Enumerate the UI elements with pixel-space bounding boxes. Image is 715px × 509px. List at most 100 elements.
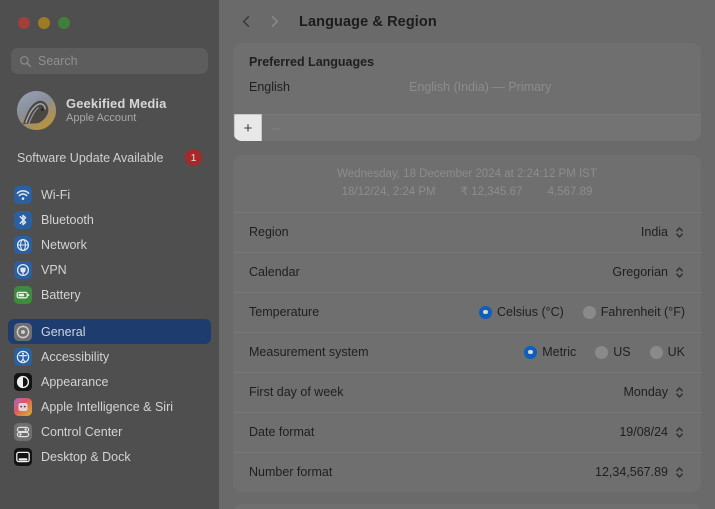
sidebar-item-vpn[interactable]: VPN	[8, 257, 211, 282]
account-name: Geekified Media	[66, 95, 167, 111]
radio-icon[interactable]	[595, 345, 609, 359]
format-preview: Wednesday, 18 December 2024 at 2:24:12 P…	[233, 155, 701, 212]
minimize-button[interactable]	[38, 17, 50, 29]
preview-date: 18/12/24, 2:24 PM	[341, 185, 436, 198]
sidebar-item-general[interactable]: General	[8, 319, 211, 344]
chevron-updown-icon[interactable]	[674, 264, 685, 281]
sidebar-item-label: Desktop & Dock	[41, 449, 131, 464]
bluetooth-icon	[14, 210, 32, 229]
preferred-languages-card: Preferred Languages English English (Ind…	[233, 43, 701, 141]
language-add-remove-bar: + –	[233, 114, 701, 141]
language-list-row[interactable]: English English (India) — Primary	[233, 69, 701, 114]
search-field[interactable]	[11, 48, 208, 74]
sidebar-item-label: General	[41, 324, 86, 339]
preview-line-2: 18/12/24, 2:24 PM ₹ 12,345.67 4,567.89	[233, 184, 701, 202]
sidebar-item-label: Battery	[41, 287, 81, 302]
software-update-row[interactable]: Software Update Available 1	[11, 145, 208, 170]
temperature-option-celsius[interactable]: Celsius (°C)	[478, 305, 564, 320]
software-update-label: Software Update Available	[17, 150, 164, 165]
chevron-right-icon[interactable]	[261, 9, 287, 35]
control-center-icon	[14, 422, 32, 441]
preferred-languages-title: Preferred Languages	[249, 55, 375, 69]
content-toolbar: Language & Region	[219, 0, 715, 43]
remove-language-button[interactable]: –	[262, 115, 290, 141]
row-region[interactable]: Region India	[233, 211, 701, 252]
row-label: Calendar	[249, 265, 300, 280]
accessibility-icon	[14, 347, 32, 366]
window-traffic-lights	[0, 0, 219, 40]
search-icon	[19, 55, 32, 68]
preview-currency: ₹ 12,345.67	[460, 185, 523, 198]
radio-label: Celsius (°C)	[496, 305, 564, 320]
appearance-icon	[14, 372, 32, 391]
radio-label: Metric	[542, 345, 577, 360]
sidebar-item-apple-intelligence-siri[interactable]: Apple Intelligence & Siri	[8, 394, 211, 419]
sidebar-item-control-center[interactable]: Control Center	[8, 419, 211, 444]
row-label: First day of week	[249, 385, 344, 400]
measurement-option-us[interactable]: US	[595, 345, 631, 360]
radio-icon[interactable]	[524, 345, 538, 359]
chevron-updown-icon[interactable]	[674, 384, 685, 401]
apple-intelligence-icon	[14, 397, 32, 416]
row-number-format[interactable]: Number format 12,34,567.89	[233, 451, 701, 492]
radio-icon[interactable]	[582, 305, 596, 319]
sidebar-item-label: Control Center	[41, 424, 123, 439]
measurement-option-uk[interactable]: UK	[649, 345, 685, 360]
sidebar: Geekified Media Apple Account Software U…	[0, 0, 219, 509]
calendar-value: Gregorian	[612, 265, 668, 280]
radio-icon[interactable]	[649, 345, 663, 359]
chevron-updown-icon[interactable]	[674, 224, 685, 241]
region-settings-card: Wednesday, 18 December 2024 at 2:24:12 P…	[233, 155, 701, 492]
row-measurement-system: Measurement system Metric US UK	[233, 331, 701, 372]
sidebar-item-battery[interactable]: Battery	[8, 282, 211, 307]
sidebar-item-accessibility[interactable]: Accessibility	[8, 344, 211, 369]
temperature-option-fahrenheit[interactable]: Fahrenheit (°F)	[582, 305, 685, 319]
language-detail: English (India) — Primary	[409, 80, 552, 94]
search-input[interactable]	[38, 54, 200, 68]
row-temperature: Temperature Celsius (°C) Fahrenheit (°F)	[233, 291, 701, 332]
chevron-left-icon[interactable]	[233, 9, 259, 35]
sidebar-item-label: Accessibility	[41, 349, 110, 364]
sidebar-item-label: Apple Intelligence & Siri	[41, 399, 174, 414]
row-first-day-of-week[interactable]: First day of week Monday	[233, 371, 701, 412]
apple-account-row[interactable]: Geekified Media Apple Account	[11, 86, 208, 135]
zoom-button[interactable]	[58, 17, 70, 29]
first-day-value: Monday	[623, 385, 668, 400]
row-label: Measurement system	[249, 345, 369, 360]
radio-label: US	[613, 345, 631, 360]
radio-label: UK	[667, 345, 685, 360]
row-label: Date format	[249, 425, 315, 440]
sidebar-group-system: General Accessibility Appearance Apple I…	[8, 319, 211, 469]
system-settings-window: Geekified Media Apple Account Software U…	[0, 0, 715, 509]
avatar	[17, 91, 56, 130]
chevron-updown-icon[interactable]	[674, 464, 685, 481]
content-pane: Language & Region Preferred Languages En…	[219, 0, 715, 509]
row-label: Temperature	[249, 305, 320, 320]
measurement-option-metric[interactable]: Metric	[524, 345, 576, 359]
language-name: English	[249, 80, 290, 94]
add-language-button[interactable]: +	[234, 114, 262, 141]
radio-icon[interactable]	[478, 305, 492, 319]
gear-icon	[14, 322, 32, 341]
preview-line-1: Wednesday, 18 December 2024 at 2:24:12 P…	[337, 168, 597, 180]
close-button[interactable]	[18, 17, 30, 29]
sidebar-item-label: Wi-Fi	[41, 187, 71, 202]
wifi-icon	[14, 185, 32, 204]
row-label: Region	[249, 225, 289, 240]
measurement-radio-group: Metric US UK	[524, 345, 685, 359]
region-value: India	[640, 225, 668, 240]
preview-number: 4,567.89	[547, 185, 593, 198]
sidebar-item-appearance[interactable]: Appearance	[8, 369, 211, 394]
temperature-radio-group: Celsius (°C) Fahrenheit (°F)	[478, 305, 685, 320]
next-card-edge	[233, 503, 701, 509]
row-calendar[interactable]: Calendar Gregorian	[233, 251, 701, 292]
sidebar-item-wi-fi[interactable]: Wi-Fi	[8, 182, 211, 207]
sidebar-item-desktop-dock[interactable]: Desktop & Dock	[8, 444, 211, 469]
desktop-dock-icon	[14, 447, 32, 466]
sidebar-item-bluetooth[interactable]: Bluetooth	[8, 207, 211, 232]
sidebar-item-label: VPN	[41, 262, 67, 277]
sidebar-item-network[interactable]: Network	[8, 232, 211, 257]
row-date-format[interactable]: Date format 19/08/24	[233, 411, 701, 452]
chevron-updown-icon[interactable]	[674, 424, 685, 441]
status-badge: 1	[185, 149, 202, 166]
